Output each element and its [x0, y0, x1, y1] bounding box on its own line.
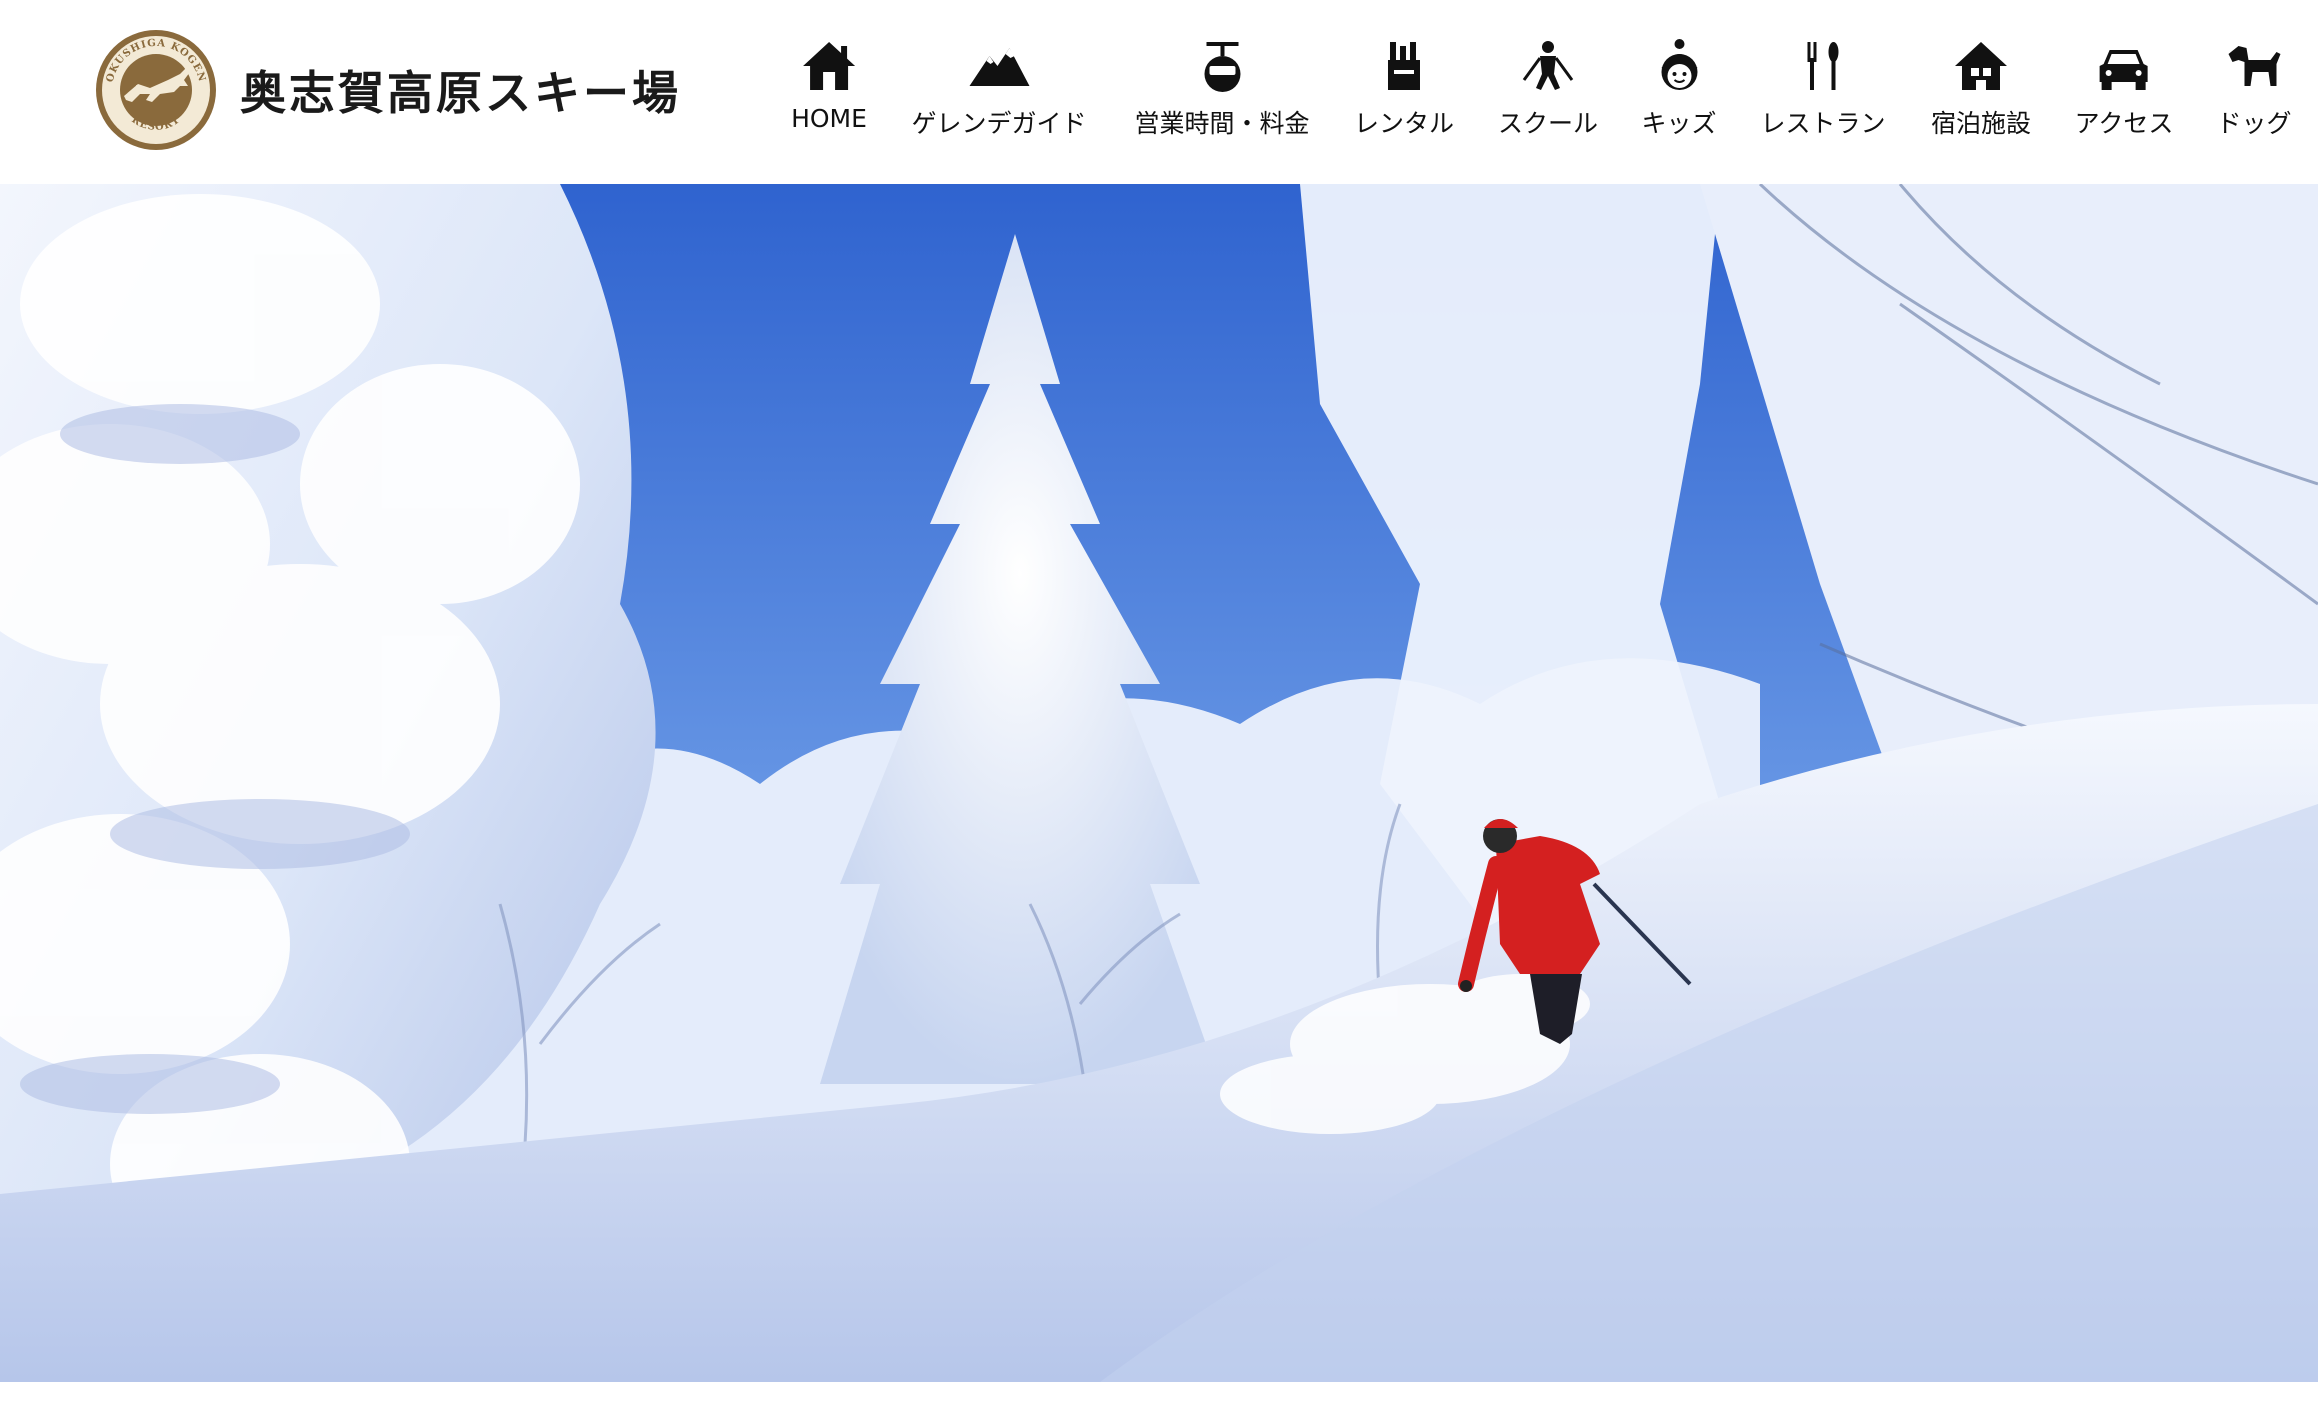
car-icon	[2099, 50, 2148, 90]
house-icon	[803, 42, 855, 90]
nav-label: HOME	[791, 104, 867, 133]
hero-bottom-border	[0, 1382, 2318, 1402]
nav-label: レンタル	[1353, 109, 1455, 138]
nav-label: 宿泊施設	[1930, 109, 2032, 138]
nav-item-access[interactable]: アクセス	[2074, 38, 2174, 148]
cutlery-icon	[1806, 42, 1838, 90]
gondola-icon	[1203, 42, 1240, 92]
nav-label: レストラン	[1760, 109, 1886, 138]
skier-icon	[1522, 41, 1574, 90]
nav-item-school[interactable]: スクール	[1498, 38, 1598, 148]
nav-item-accommodation[interactable]: 宿泊施設	[1931, 38, 2031, 148]
nav-item-hours-prices[interactable]: 営業時間・料金	[1134, 38, 1310, 148]
lodge-icon	[1954, 42, 2007, 90]
nav-label: 営業時間・料金	[1134, 109, 1310, 138]
nav-item-dog[interactable]: ドッグ	[2216, 38, 2292, 148]
nav-item-kids[interactable]: キッズ	[1641, 38, 1717, 148]
main-nav: HOME ゲレンデガイド 営業時間・料金 レンタル スクール キッズ レストラン…	[0, 38, 2318, 148]
nav-label: キッズ	[1641, 109, 1717, 138]
dog-icon	[2227, 46, 2280, 86]
skier-powder-photo	[0, 184, 2318, 1382]
nav-label: スクール	[1497, 109, 1599, 138]
hero-image	[0, 184, 2318, 1382]
nav-label: アクセス	[2074, 109, 2174, 138]
nav-item-home[interactable]: HOME	[791, 38, 867, 148]
rental-icon	[1387, 42, 1420, 90]
site-header: OKUSHIGA KOGEN RESORT 奥志賀高原スキー場 HOME ゲレン…	[0, 0, 2318, 184]
nav-item-slope-guide[interactable]: ゲレンデガイド	[911, 38, 1087, 148]
nav-item-rental[interactable]: レンタル	[1354, 38, 1454, 148]
kid-icon	[1660, 39, 1697, 90]
mountain-icon	[968, 48, 1029, 86]
nav-label: ドッグ	[2216, 109, 2292, 138]
nav-label: ゲレンデガイド	[911, 109, 1087, 138]
nav-item-restaurant[interactable]: レストラン	[1760, 38, 1886, 148]
